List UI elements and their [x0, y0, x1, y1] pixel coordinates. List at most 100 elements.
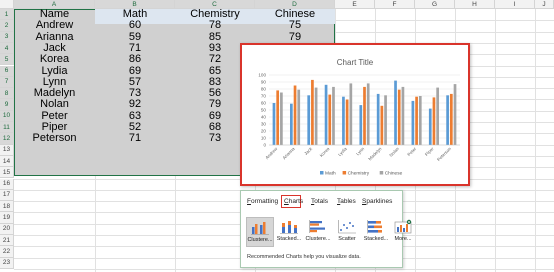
bar-math-jack: [307, 95, 311, 145]
tab-sparklines[interactable]: Sparklines: [362, 198, 392, 205]
row-header-7[interactable]: 7: [0, 76, 14, 89]
x-tick-label: Lynn: [355, 146, 366, 157]
row-header-6[interactable]: 6: [0, 65, 14, 77]
column-gridline: [495, 9, 496, 272]
legend-swatch-chinese: [379, 171, 384, 175]
score-cell[interactable]: 71: [95, 131, 175, 146]
chart-option-label: Clustere...: [305, 236, 331, 242]
bar-chemistry-peter: [415, 96, 418, 145]
tab-totals[interactable]: Totals: [311, 198, 328, 205]
tab-label: harts: [288, 198, 304, 205]
bar-math-arianna: [289, 103, 293, 145]
tab-label: otals: [314, 198, 328, 205]
legend-label-math: Math: [325, 170, 336, 176]
tab-charts[interactable]: Charts: [284, 198, 303, 205]
y-tick-label: 90: [261, 80, 267, 85]
row-header-9[interactable]: 9: [0, 99, 14, 111]
chart-option-clustered-column[interactable]: Clustere...: [246, 217, 274, 247]
y-tick-label: 80: [261, 87, 267, 92]
bar-chinese-madelyn: [384, 95, 387, 145]
bar-math-peterson: [446, 95, 449, 145]
row-header-18[interactable]: 18: [0, 201, 14, 213]
y-tick-label: 40: [261, 115, 267, 120]
bar-chinese-lydia: [349, 83, 353, 145]
y-tick-label: 50: [261, 108, 267, 113]
row-header-17[interactable]: 17: [0, 189, 14, 202]
chart-option-label: Scatter: [338, 236, 356, 242]
chart-option-stacked-column[interactable]: Stacked...: [275, 217, 303, 247]
more-charts-icon: [394, 219, 412, 234]
column-header-e[interactable]: E: [335, 0, 375, 9]
y-tick-label: 70: [261, 94, 267, 99]
bar-chemistry-lydia: [345, 99, 349, 145]
chart-option-clustered-bar[interactable]: Clustere...: [304, 217, 332, 247]
chart-option-label: More...: [394, 236, 412, 242]
row-header-16[interactable]: 16: [0, 178, 14, 190]
select-all-corner[interactable]: [0, 0, 14, 9]
y-tick-label: 60: [261, 101, 267, 106]
row-header-4[interactable]: 4: [0, 42, 14, 55]
row-header-10[interactable]: 10: [0, 110, 14, 122]
y-tick-label: 20: [261, 129, 267, 134]
bar-chinese-peter: [418, 96, 422, 145]
quick-analysis-description: Recommended Charts help you visualize da…: [247, 254, 361, 260]
legend-label-chinese: Chinese: [385, 170, 403, 176]
bar-chinese-peterson: [453, 84, 457, 145]
clustered-bar-icon: [309, 220, 325, 233]
bar-math-korea: [324, 84, 328, 145]
row-header-1[interactable]: 1: [0, 9, 14, 21]
bar-chinese-lynn: [366, 83, 370, 145]
legend-swatch-math: [320, 171, 324, 175]
chart-option-scatter[interactable]: Scatter: [333, 217, 361, 247]
chart-title: Chart Title: [337, 58, 374, 67]
bar-chemistry-korea: [328, 94, 332, 145]
bar-math-piper: [428, 108, 432, 145]
column-header-i[interactable]: I: [495, 0, 535, 9]
chart-option-more-charts[interactable]: More...: [389, 217, 417, 247]
chart-preview-popup: Chart Title 0 10 20 30 40 50 60 70 80 90 100 Andrew A…: [240, 43, 470, 186]
bar-chinese-nolan: [401, 86, 405, 145]
row-header-19[interactable]: 19: [0, 212, 14, 224]
row-header-12[interactable]: 12: [0, 133, 14, 145]
stacked-bar-icon: [367, 220, 382, 234]
column-header-h[interactable]: H: [455, 0, 495, 9]
row-header-15[interactable]: 15: [0, 167, 14, 179]
row-header-3[interactable]: 3: [0, 31, 14, 43]
row-header-14[interactable]: 14: [0, 155, 14, 168]
bar-chinese-arianna: [297, 89, 301, 145]
tab-formatting[interactable]: Formatting: [247, 198, 278, 205]
tab-tables[interactable]: Tables: [337, 198, 356, 205]
row-header-13[interactable]: 13: [0, 144, 14, 156]
bar-chemistry-piper: [432, 97, 436, 145]
row-header-11[interactable]: 11: [0, 122, 14, 134]
bar-chinese-korea: [332, 86, 335, 145]
row-header-8[interactable]: 8: [0, 88, 14, 100]
tab-label: ormatting: [250, 198, 279, 205]
bar-math-nolan: [394, 80, 397, 145]
y-tick-label: 10: [261, 136, 267, 141]
x-tick-label: Peterson: [436, 146, 452, 162]
column-header-g[interactable]: G: [415, 0, 455, 9]
bar-math-peter: [411, 100, 415, 145]
stacked-column-icon: [280, 221, 298, 234]
row-header-2[interactable]: 2: [0, 20, 14, 32]
row-header-20[interactable]: 20: [0, 223, 14, 235]
bar-chemistry-madelyn: [380, 105, 384, 145]
quick-analysis-panel[interactable]: Formatting Charts Totals Tables Sparklines C…: [240, 190, 412, 268]
bar-chinese-jack: [314, 87, 318, 145]
bar-chemistry-andrew: [276, 90, 280, 145]
x-tick-label: Andrew: [264, 146, 279, 161]
bar-math-lydia: [342, 96, 345, 145]
scatter-icon: [338, 220, 356, 234]
column-header-f[interactable]: F: [375, 0, 415, 9]
name-cell[interactable]: Peterson: [14, 131, 95, 146]
x-tick-label: Lydia: [337, 146, 348, 157]
column-header-j[interactable]: J: [535, 0, 554, 9]
row-header-22[interactable]: 22: [0, 246, 14, 258]
row-header-23[interactable]: 23: [0, 257, 14, 269]
bar-chemistry-peterson: [449, 93, 453, 145]
bar-math-andrew: [272, 103, 276, 145]
chart-option-stacked-bar[interactable]: Stacked...: [362, 217, 390, 247]
row-header-5[interactable]: 5: [0, 54, 14, 66]
row-header-21[interactable]: 21: [0, 235, 14, 247]
